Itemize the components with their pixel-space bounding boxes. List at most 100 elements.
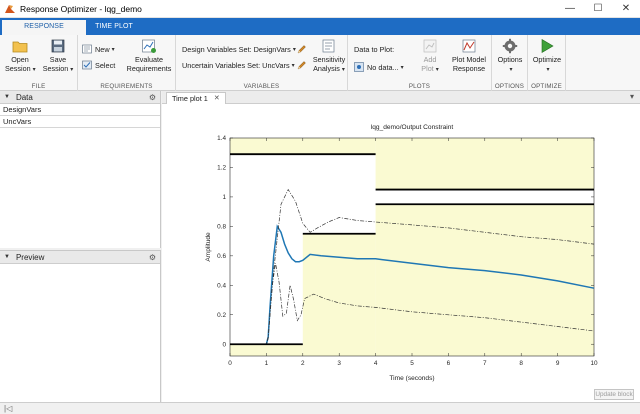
constraint-region-3 <box>375 204 594 356</box>
design-variables-set-dropdown[interactable]: Design Variables Set: DesignVars ▾ <box>182 45 296 54</box>
dataset-icon <box>354 62 364 72</box>
select-label: Select <box>95 60 116 70</box>
chevron-down-icon: ▾ <box>32 66 36 73</box>
plots-section: Data to Plot: No data... ▾ Add Plot ▾ Plot… <box>348 35 492 91</box>
select-requirement-icon <box>82 60 92 70</box>
options-label: Options <box>497 55 523 64</box>
data-to-plot-dropdown[interactable]: No data... ▾ <box>354 62 404 72</box>
play-icon <box>541 38 554 54</box>
data-panel-title: Data <box>15 92 33 102</box>
maximize-button[interactable]: ☐ <box>584 0 612 18</box>
variable-row-designvars[interactable]: DesignVars <box>0 104 160 116</box>
edit-pencil-icon[interactable] <box>296 60 307 71</box>
requirements-section-label: REQUIREMENTS <box>100 83 153 90</box>
requirements-section: New ▾ Select Evaluate Requirements REQUIR… <box>78 35 176 91</box>
save-session-button[interactable]: Save Session ▾ <box>42 38 74 74</box>
options-button[interactable]: Options ▾ <box>494 38 526 74</box>
title-bar: Response Optimizer - lqg_demo — ☐ ✕ <box>0 0 640 18</box>
x-tick-label: 10 <box>590 360 598 367</box>
x-tick-label: 3 <box>337 360 341 367</box>
preview-panel-header: ▼ Preview ⚙ <box>0 251 160 264</box>
constraint-regions <box>230 138 594 356</box>
window-title: Response Optimizer - lqg_demo <box>20 3 142 14</box>
collapse-triangle-icon[interactable]: ▼ <box>4 254 10 260</box>
y-tick-label: 1.2 <box>217 165 226 172</box>
y-axis-label: Amplitude <box>205 232 212 262</box>
design-variables-label: Design Variables Set: DesignVars <box>182 45 291 54</box>
minimize-button[interactable]: — <box>556 0 584 18</box>
x-tick-label: 0 <box>228 360 232 367</box>
add-plot-label: Add Plot <box>421 55 437 73</box>
open-session-label: Open Session <box>5 55 31 73</box>
data-to-plot-label: Data to Plot: <box>354 45 394 54</box>
evaluate-requirements-button[interactable]: Evaluate Requirements <box>124 38 174 73</box>
select-requirement-button[interactable]: Select <box>82 60 115 70</box>
tab-response-optimization[interactable]: RESPONSE OPTIMIZATION <box>2 18 86 44</box>
close-tab-icon[interactable]: ✕ <box>214 93 220 104</box>
constraint-region-1 <box>302 233 376 356</box>
x-tick-label: 6 <box>447 360 451 367</box>
document-menu-icon[interactable]: ▾ <box>630 92 634 101</box>
plots-section-label: PLOTS <box>408 83 431 90</box>
chevron-down-icon: ▾ <box>400 64 404 71</box>
add-plot-icon <box>423 39 437 53</box>
panel-options-icon[interactable]: ⚙ <box>149 93 156 102</box>
x-tick-label: 5 <box>410 360 414 367</box>
x-tick-label: 7 <box>483 360 487 367</box>
optimize-section-label: OPTIMIZE <box>531 83 562 90</box>
uncertain-variables-set-dropdown[interactable]: Uncertain Variables Set: UncVars ▾ <box>182 61 295 70</box>
close-button[interactable]: ✕ <box>612 0 640 18</box>
sensitivity-analysis-label: Sensitivity Analysis <box>312 55 346 73</box>
options-section-label: OPTIONS <box>494 83 525 90</box>
status-grip-icon: |◁ <box>4 404 13 413</box>
gear-icon <box>502 38 518 54</box>
y-tick-label: 0.6 <box>217 253 226 260</box>
x-tick-label: 4 <box>374 360 378 367</box>
no-data-text: No data... <box>367 62 399 72</box>
add-plot-button[interactable]: Add Plot ▾ <box>414 38 446 74</box>
plot-model-response-label: Plot Model Response <box>452 55 486 73</box>
folder-icon <box>12 41 28 53</box>
y-tick-label: 0.2 <box>217 312 226 319</box>
chevron-down-icon: ▾ <box>435 66 439 73</box>
optimize-button[interactable]: Optimize ▾ <box>530 38 564 74</box>
options-section: Options ▾ OPTIONS <box>492 35 528 91</box>
sensitivity-analysis-icon <box>322 39 335 53</box>
update-block-button[interactable]: Update block <box>594 389 634 400</box>
new-label: New <box>95 44 110 54</box>
data-panel-header: ▼ Data ⚙ <box>0 91 160 104</box>
variable-row-uncvars[interactable]: UncVars <box>0 116 160 128</box>
status-bar: |◁ <box>0 402 640 414</box>
variables-section: Design Variables Set: DesignVars ▾ Uncert… <box>176 35 348 91</box>
tab-time-plot[interactable]: TIME PLOT <box>88 18 140 35</box>
document-tab-strip: Time plot 1 ✕ ▾ <box>162 91 640 104</box>
new-requirement-icon <box>82 44 92 54</box>
ribbon-tab-strip: RESPONSE OPTIMIZATION TIME PLOT <box>0 18 640 44</box>
tab-time-plot-1[interactable]: Time plot 1 ✕ <box>166 92 226 104</box>
y-tick-label: 0.8 <box>217 224 226 231</box>
variables-section-label: VARIABLES <box>243 83 280 90</box>
y-tick-label: 1 <box>222 194 226 201</box>
sensitivity-analysis-button[interactable]: Sensitivity Analysis ▾ <box>310 38 348 74</box>
optimize-label: Optimize <box>532 55 562 64</box>
new-requirement-button[interactable]: New ▾ <box>82 44 115 54</box>
plot-model-response-button[interactable]: Plot Model Response <box>448 38 490 73</box>
collapse-triangle-icon[interactable]: ▼ <box>4 94 10 100</box>
x-tick-label: 1 <box>265 360 269 367</box>
time-plot-chart[interactable]: 0 1 2 3 4 5 6 7 8 9 10 0 0.2 0.4 0.6 0.8 1 1.2 1.4 lqg_dem… <box>162 105 640 387</box>
x-tick-label: 9 <box>556 360 560 367</box>
x-tick-label: 2 <box>301 360 305 367</box>
edit-pencil-icon[interactable] <box>296 44 307 55</box>
panel-options-icon[interactable]: ⚙ <box>149 253 156 262</box>
chevron-down-icon: ▾ <box>70 66 74 73</box>
document-area: Time plot 1 ✕ ▾ 0 1 2 3 4 5 6 7 8 9 10 0 0.2 0.4 0.6 0.… <box>162 91 640 402</box>
file-section-label: FILE <box>31 83 46 90</box>
evaluate-requirements-icon <box>142 39 156 53</box>
data-panel: ▼ Data ⚙ DesignVars UncVars <box>0 91 161 248</box>
open-session-button[interactable]: Open Session ▾ <box>5 38 36 74</box>
save-icon <box>51 39 65 53</box>
y-tick-label: 0 <box>222 341 226 348</box>
y-tick-label: 0.4 <box>217 282 226 289</box>
preview-panel-title: Preview <box>15 252 45 262</box>
ribbon-toolstrip: Open Session▾ Save Session▾ FILE New▾ <box>0 35 640 91</box>
